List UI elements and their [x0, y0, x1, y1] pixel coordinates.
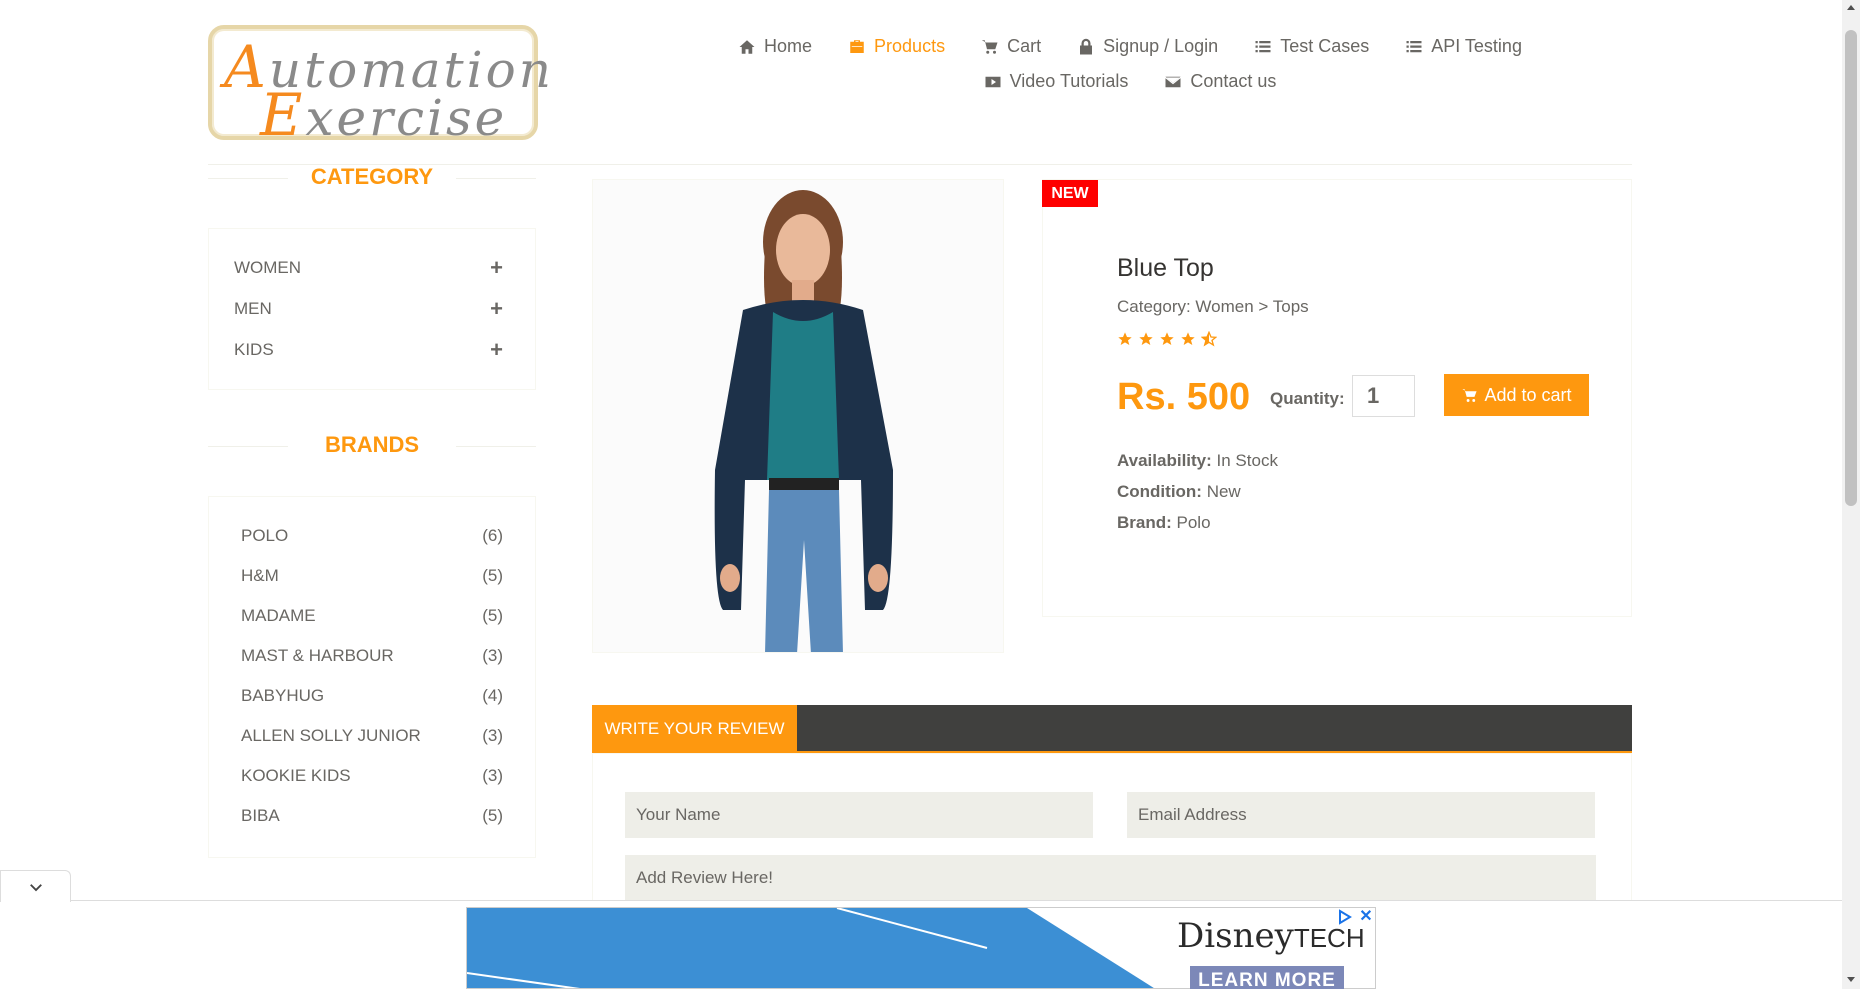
nav-row-1: Home Products Cart Signup / Login Test Cases… [700, 36, 1560, 57]
youtube-icon [985, 76, 1001, 87]
brands-panel: POLO (6) H&M (5) MADAME (5) MAST & HARBOUR … [208, 496, 536, 858]
cart-icon [1462, 388, 1478, 402]
nav-contact-us[interactable]: Contact us [1164, 71, 1276, 92]
condition: Condition: New [1117, 482, 1241, 501]
chevron-down-icon [29, 883, 42, 891]
nav-api-testing[interactable]: API Testing [1405, 36, 1522, 57]
brand-item[interactable]: POLO (6) [209, 516, 535, 556]
brands-title: BRANDS [208, 432, 536, 458]
star-icon [1160, 332, 1174, 345]
product-price: Rs. 500 [1117, 376, 1251, 418]
brand-label: MAST & HARBOUR [241, 646, 394, 665]
briefcase-icon [850, 39, 864, 53]
brand-label: BABYHUG [241, 686, 325, 705]
category-item-men[interactable]: MEN + [209, 288, 535, 329]
category-label: MEN [234, 298, 272, 318]
nav-cart[interactable]: Cart [981, 36, 1041, 57]
new-badge: NEW [1042, 180, 1098, 207]
write-review-tab[interactable]: WRITE YOUR REVIEW [592, 705, 797, 753]
add-to-cart-button[interactable]: Add to cart [1444, 374, 1589, 416]
product-name: Blue Top [1117, 254, 1214, 282]
nav-home-label: Home [764, 36, 813, 56]
brand-count: (3) [482, 646, 503, 665]
scroll-down-arrow[interactable] [1845, 973, 1857, 985]
plus-icon[interactable]: + [490, 337, 503, 363]
ad-collapse-button[interactable] [0, 870, 71, 902]
star-icon [1139, 332, 1153, 345]
nav-row-2: Video Tutorials Contact us [700, 71, 1560, 92]
nav-products-label: Products [874, 36, 946, 56]
brand-label: POLO [241, 526, 289, 545]
nav-video-tutorials-label: Video Tutorials [1009, 71, 1129, 91]
category-label: WOMEN [234, 257, 302, 277]
nav-signup-login-label: Signup / Login [1103, 36, 1219, 56]
nav-video-tutorials[interactable]: Video Tutorials [984, 71, 1129, 92]
review-email-input[interactable] [1127, 792, 1595, 838]
scrollbar-thumb[interactable] [1845, 30, 1857, 506]
category-panel: WOMEN + MEN + KIDS + [208, 228, 536, 390]
brand: Brand: Polo [1117, 513, 1211, 532]
availability: Availability: In Stock [1117, 451, 1278, 470]
brand-count: (5) [482, 566, 503, 585]
brand-count: (6) [482, 526, 503, 545]
star-icon [1118, 332, 1132, 345]
nav-home[interactable]: Home [738, 36, 812, 57]
cart-icon [981, 39, 998, 54]
category-item-kids[interactable]: KIDS + [209, 329, 535, 370]
product-rating [1117, 331, 1217, 347]
ad-choices-icon[interactable] [1336, 908, 1354, 926]
plus-icon[interactable]: + [490, 255, 503, 281]
brand-count: (5) [482, 806, 503, 825]
nav-test-cases[interactable]: Test Cases [1254, 36, 1369, 57]
brand-label: ALLEN SOLLY JUNIOR [241, 726, 421, 745]
star-half-icon [1201, 331, 1217, 347]
brand-label: KOOKIE KIDS [241, 766, 351, 785]
brand-count: (3) [482, 726, 503, 745]
brand-item[interactable]: MADAME (5) [209, 596, 535, 636]
nav-cart-label: Cart [1007, 36, 1042, 56]
ad-close-button[interactable]: ✕ [1357, 907, 1375, 925]
brand-item[interactable]: ALLEN SOLLY JUNIOR (3) [209, 716, 535, 756]
brand-label: MADAME [241, 606, 316, 625]
brand-item[interactable]: MAST & HARBOUR (3) [209, 636, 535, 676]
product-photo [593, 180, 1003, 652]
brand-label: H&M [241, 566, 279, 585]
envelope-icon [1165, 76, 1181, 87]
product-image [592, 179, 1004, 653]
nav-signup-login[interactable]: Signup / Login [1077, 36, 1218, 57]
home-icon [739, 39, 755, 54]
product-category: Category: Women > Tops [1117, 297, 1309, 316]
nav-products[interactable]: Products [848, 36, 945, 57]
list-icon [1255, 40, 1271, 52]
brand-label: BIBA [241, 806, 280, 825]
brand-count: (5) [482, 606, 503, 625]
brand-item[interactable]: BABYHUG (4) [209, 676, 535, 716]
brand-item[interactable]: KOOKIE KIDS (3) [209, 756, 535, 796]
quantity-input[interactable] [1352, 375, 1415, 417]
review-name-input[interactable] [625, 792, 1093, 838]
list-icon [1406, 40, 1422, 52]
lock-icon [1080, 38, 1093, 54]
brand-item[interactable]: BIBA (5) [209, 796, 535, 836]
brand-count: (4) [482, 686, 503, 705]
nav-test-cases-label: Test Cases [1280, 36, 1370, 56]
star-icon [1181, 332, 1195, 345]
ad-learn-more-button[interactable]: LEARN MORE [1190, 966, 1344, 989]
nav-contact-us-label: Contact us [1190, 71, 1277, 91]
brand-count: (3) [482, 766, 503, 785]
category-item-women[interactable]: WOMEN + [209, 247, 535, 288]
page: Automation Exercise Home Products Cart Sign… [0, 0, 1860, 989]
brand-item[interactable]: H&M (5) [209, 556, 535, 596]
scroll-up-arrow[interactable] [1845, 2, 1857, 14]
site-logo[interactable]: Automation Exercise [208, 25, 551, 149]
category-title: CATEGORY [208, 164, 536, 190]
category-label: KIDS [234, 339, 274, 359]
quantity-label: Quantity: [1270, 389, 1345, 408]
main-nav: Home Products Cart Signup / Login Test Cases… [700, 36, 1560, 106]
plus-icon[interactable]: + [490, 296, 503, 322]
nav-api-testing-label: API Testing [1431, 36, 1522, 56]
